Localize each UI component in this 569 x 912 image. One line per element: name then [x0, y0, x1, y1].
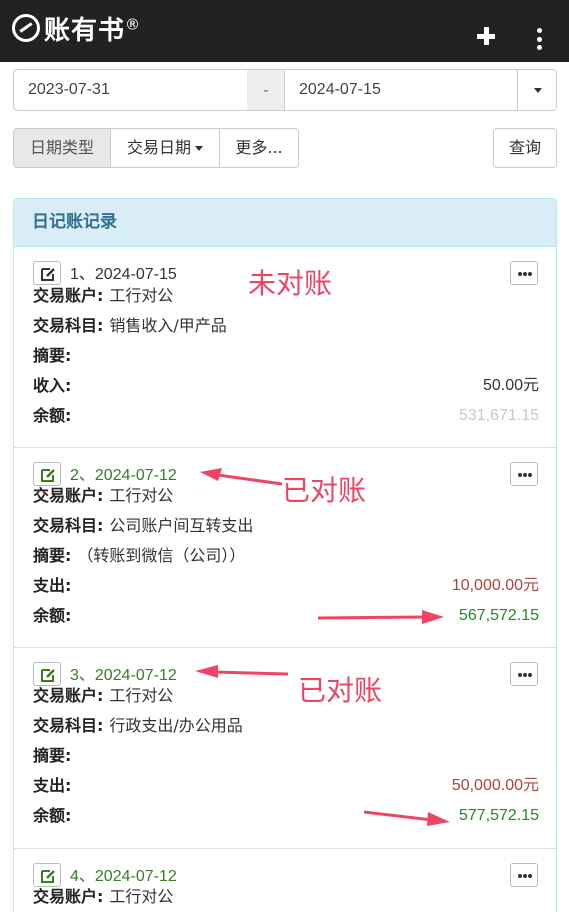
- arrow-annotation-icon: [317, 610, 444, 624]
- more-filters-button[interactable]: 更多...: [219, 128, 299, 168]
- subject-row: 交易科目: 公司账户间互转支出: [33, 516, 254, 535]
- balance-row: 余额: 531,671.15: [33, 401, 539, 431]
- journal-panel: 日记账记录 1、2024-07-15 交易账户: 工行对公 交易科目: 销售收入/甲…: [13, 198, 557, 912]
- brand-logo-icon: [12, 14, 40, 42]
- expense-row: 支出: 50,000.00元: [33, 771, 539, 801]
- expense-amount: 10,000.00元: [451, 577, 539, 594]
- add-icon[interactable]: [474, 24, 498, 48]
- account-row: 交易账户: 工行对公: [33, 887, 174, 906]
- income-row: 收入: 50.00元: [33, 371, 539, 401]
- annotation-unreconciled: 未对账: [248, 267, 333, 300]
- subject-row: 交易科目: 销售收入/甲产品: [33, 316, 227, 335]
- balance-amount: 531,671.15: [458, 407, 539, 424]
- page-content: 2023-07-31 - 2024-07-15 日期类型 交易日期 更多... …: [0, 62, 569, 912]
- date-type-button[interactable]: 日期类型: [13, 128, 111, 168]
- expense-amount: 50,000.00元: [451, 777, 539, 794]
- summary-row: 摘要:: [33, 346, 72, 365]
- brand[interactable]: 账有书®: [12, 10, 141, 46]
- app-name: 账有书®: [44, 14, 142, 46]
- caret-down-icon: [195, 146, 203, 151]
- edit-icon: [41, 268, 55, 281]
- balance-row: 余额: 567,572.15: [33, 601, 539, 631]
- summary-row: 摘要: （转账到微信（公司））: [33, 546, 246, 565]
- balance-row: 余额: 577,572.15: [33, 801, 539, 831]
- journal-entry: 4、2024-07-12 交易账户: 工行对公: [14, 849, 556, 912]
- arrow-annotation-icon: [195, 665, 289, 678]
- app-header: 账有书®: [0, 0, 569, 62]
- summary-row: 摘要:: [33, 746, 72, 765]
- balance-amount: 567,572.15: [458, 607, 539, 624]
- end-date-input[interactable]: 2024-07-15: [284, 69, 518, 111]
- arrow-annotation-icon: [363, 810, 450, 826]
- expense-row: 支出: 10,000.00元: [33, 571, 539, 601]
- trade-date-dropdown[interactable]: 交易日期: [110, 128, 220, 168]
- balance-amount: 577,572.15: [458, 807, 539, 824]
- start-date-input[interactable]: 2023-07-31: [13, 69, 248, 111]
- arrow-annotation-icon: [200, 468, 283, 486]
- date-separator: -: [247, 69, 285, 111]
- caret-down-icon: [534, 88, 542, 93]
- panel-title: 日记账记录: [14, 199, 556, 247]
- annotation-reconciled: 已对账: [298, 674, 383, 707]
- account-row: 交易账户: 工行对公: [33, 686, 174, 705]
- subject-row: 交易科目: 行政支出/办公用品: [33, 716, 243, 735]
- query-button[interactable]: 查询: [493, 128, 557, 168]
- date-range-dropdown[interactable]: [517, 69, 557, 111]
- annotation-reconciled: 已对账: [282, 474, 367, 507]
- more-vertical-icon[interactable]: [528, 28, 550, 50]
- income-amount: 50.00元: [482, 377, 539, 394]
